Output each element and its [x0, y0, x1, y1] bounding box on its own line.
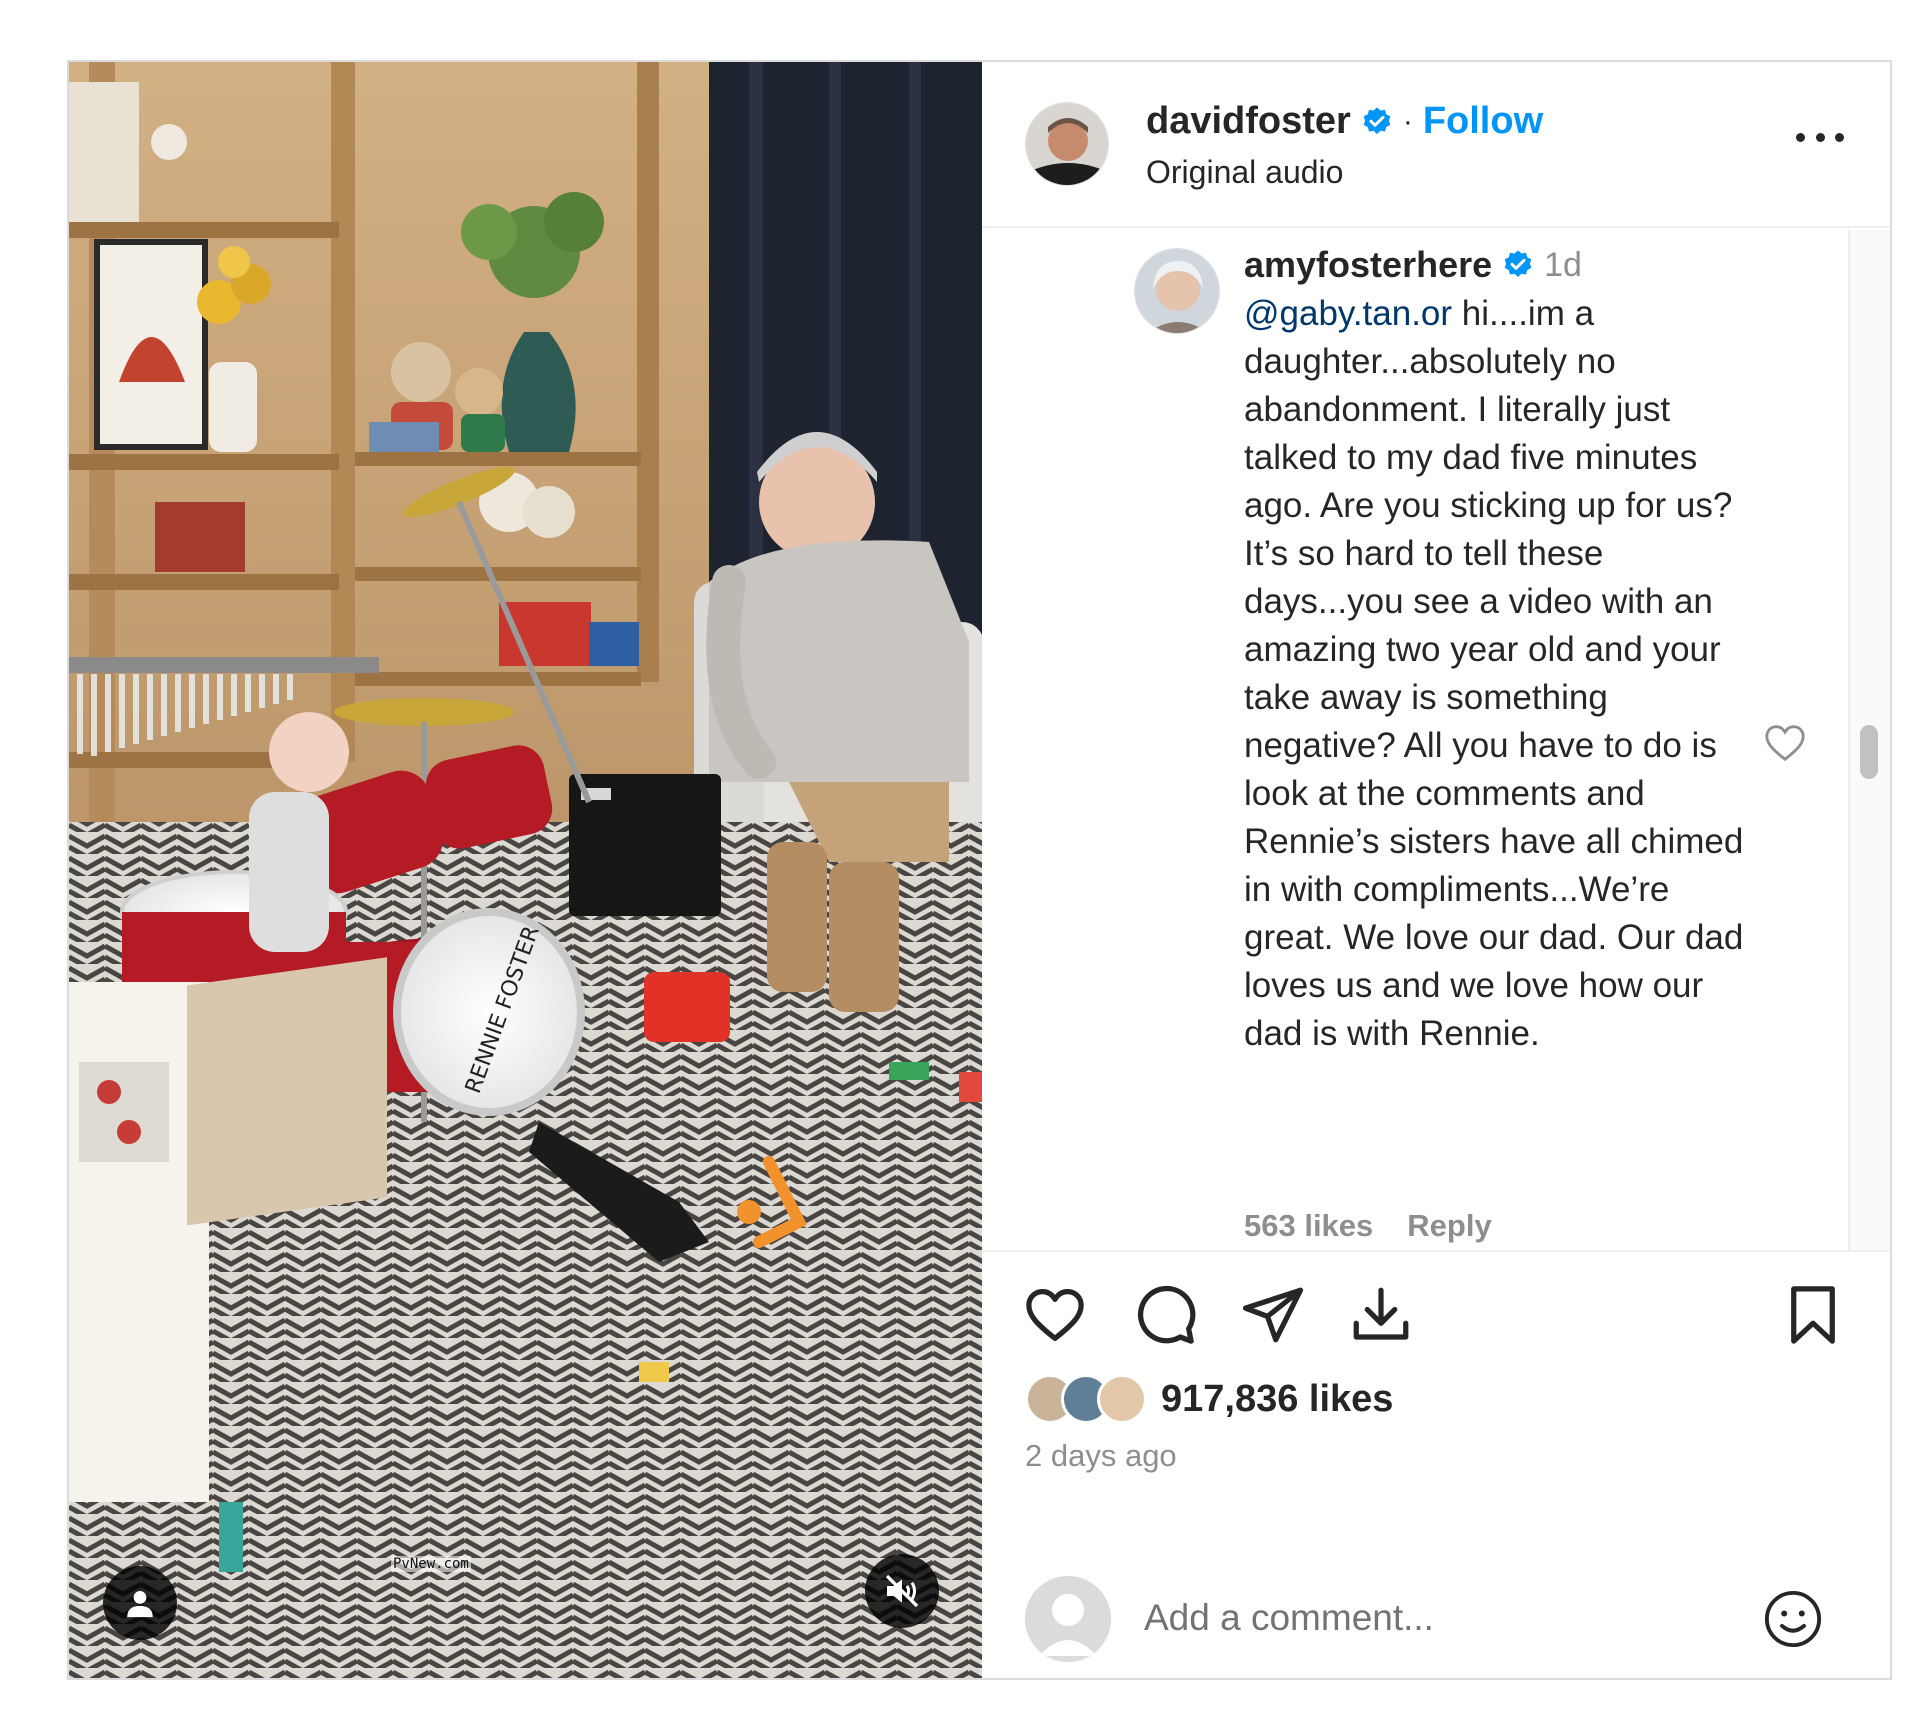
comment-timestamp[interactable]: 1d [1544, 246, 1582, 285]
share-button[interactable] [1240, 1282, 1306, 1348]
scrollbar-thumb[interactable] [1860, 725, 1878, 779]
comment-text: @gaby.tan.or hi....im a daughter...absol… [1244, 290, 1764, 1058]
watermark-text: PvNew.com [391, 1556, 471, 1572]
add-comment-input[interactable] [1142, 1582, 1702, 1654]
person-icon [127, 1590, 153, 1618]
post-header: davidfoster · Follow Original audio [982, 62, 1890, 228]
comment-mention[interactable]: @gaby.tan.or [1244, 294, 1452, 333]
post-likes-row[interactable]: 917,836 likes [1025, 1374, 1393, 1424]
commenter-username[interactable]: amyfosterhere [1244, 244, 1492, 286]
post-actions-bar [982, 1254, 1890, 1374]
instagram-post: RENNIE FOSTER PvNew.com davidfoster · Fo… [67, 60, 1892, 1680]
comment-likes-count[interactable]: 563 likes [1244, 1208, 1373, 1244]
save-button[interactable] [1780, 1282, 1846, 1348]
more-options-icon[interactable] [1796, 130, 1844, 144]
post-likes-count[interactable]: 917,836 likes [1161, 1378, 1393, 1421]
comment-body: hi....im a daughter...absolutely no aban… [1244, 294, 1744, 1053]
original-audio-link[interactable]: Original audio [1146, 154, 1343, 191]
current-user-avatar [1025, 1576, 1111, 1662]
owner-username[interactable]: davidfoster [1146, 100, 1351, 143]
verified-badge-icon [1504, 250, 1532, 277]
download-button[interactable] [1348, 1282, 1414, 1348]
follow-button[interactable]: Follow [1423, 100, 1543, 143]
comment-reply-button[interactable]: Reply [1407, 1208, 1491, 1244]
verified-badge-icon [1363, 106, 1391, 134]
like-button[interactable] [1022, 1282, 1088, 1348]
header-separator: · [1402, 104, 1413, 138]
video-frame: RENNIE FOSTER [69, 62, 982, 1678]
post-side-panel: davidfoster · Follow Original audio amyf… [982, 62, 1890, 1678]
comment-icon [1137, 1285, 1196, 1344]
bookmark-icon [1791, 1286, 1835, 1344]
comments-list[interactable]: amyfosterhere 1d @gaby.tan.or hi....im a… [982, 230, 1890, 1252]
post-timestamp[interactable]: 2 days ago [1025, 1438, 1177, 1474]
comments-scrollbar[interactable] [1848, 230, 1890, 1250]
comment-button[interactable] [1132, 1282, 1198, 1348]
liker-avatar [1097, 1374, 1147, 1424]
heart-icon [1026, 1289, 1084, 1341]
smiley-icon [1764, 1590, 1822, 1648]
comment-like-heart-icon[interactable] [1762, 720, 1808, 766]
download-icon [1353, 1287, 1409, 1340]
tagged-users-button[interactable] [103, 1566, 177, 1640]
owner-avatar[interactable] [1025, 102, 1109, 186]
post-media-video[interactable]: RENNIE FOSTER PvNew.com [69, 62, 982, 1678]
mute-toggle-button[interactable] [865, 1554, 939, 1628]
emoji-picker-button[interactable] [1760, 1586, 1826, 1652]
speaker-muted-icon [885, 1574, 919, 1608]
share-icon [1242, 1287, 1304, 1343]
add-comment-bar [982, 1572, 1890, 1668]
commenter-avatar[interactable] [1134, 248, 1220, 334]
